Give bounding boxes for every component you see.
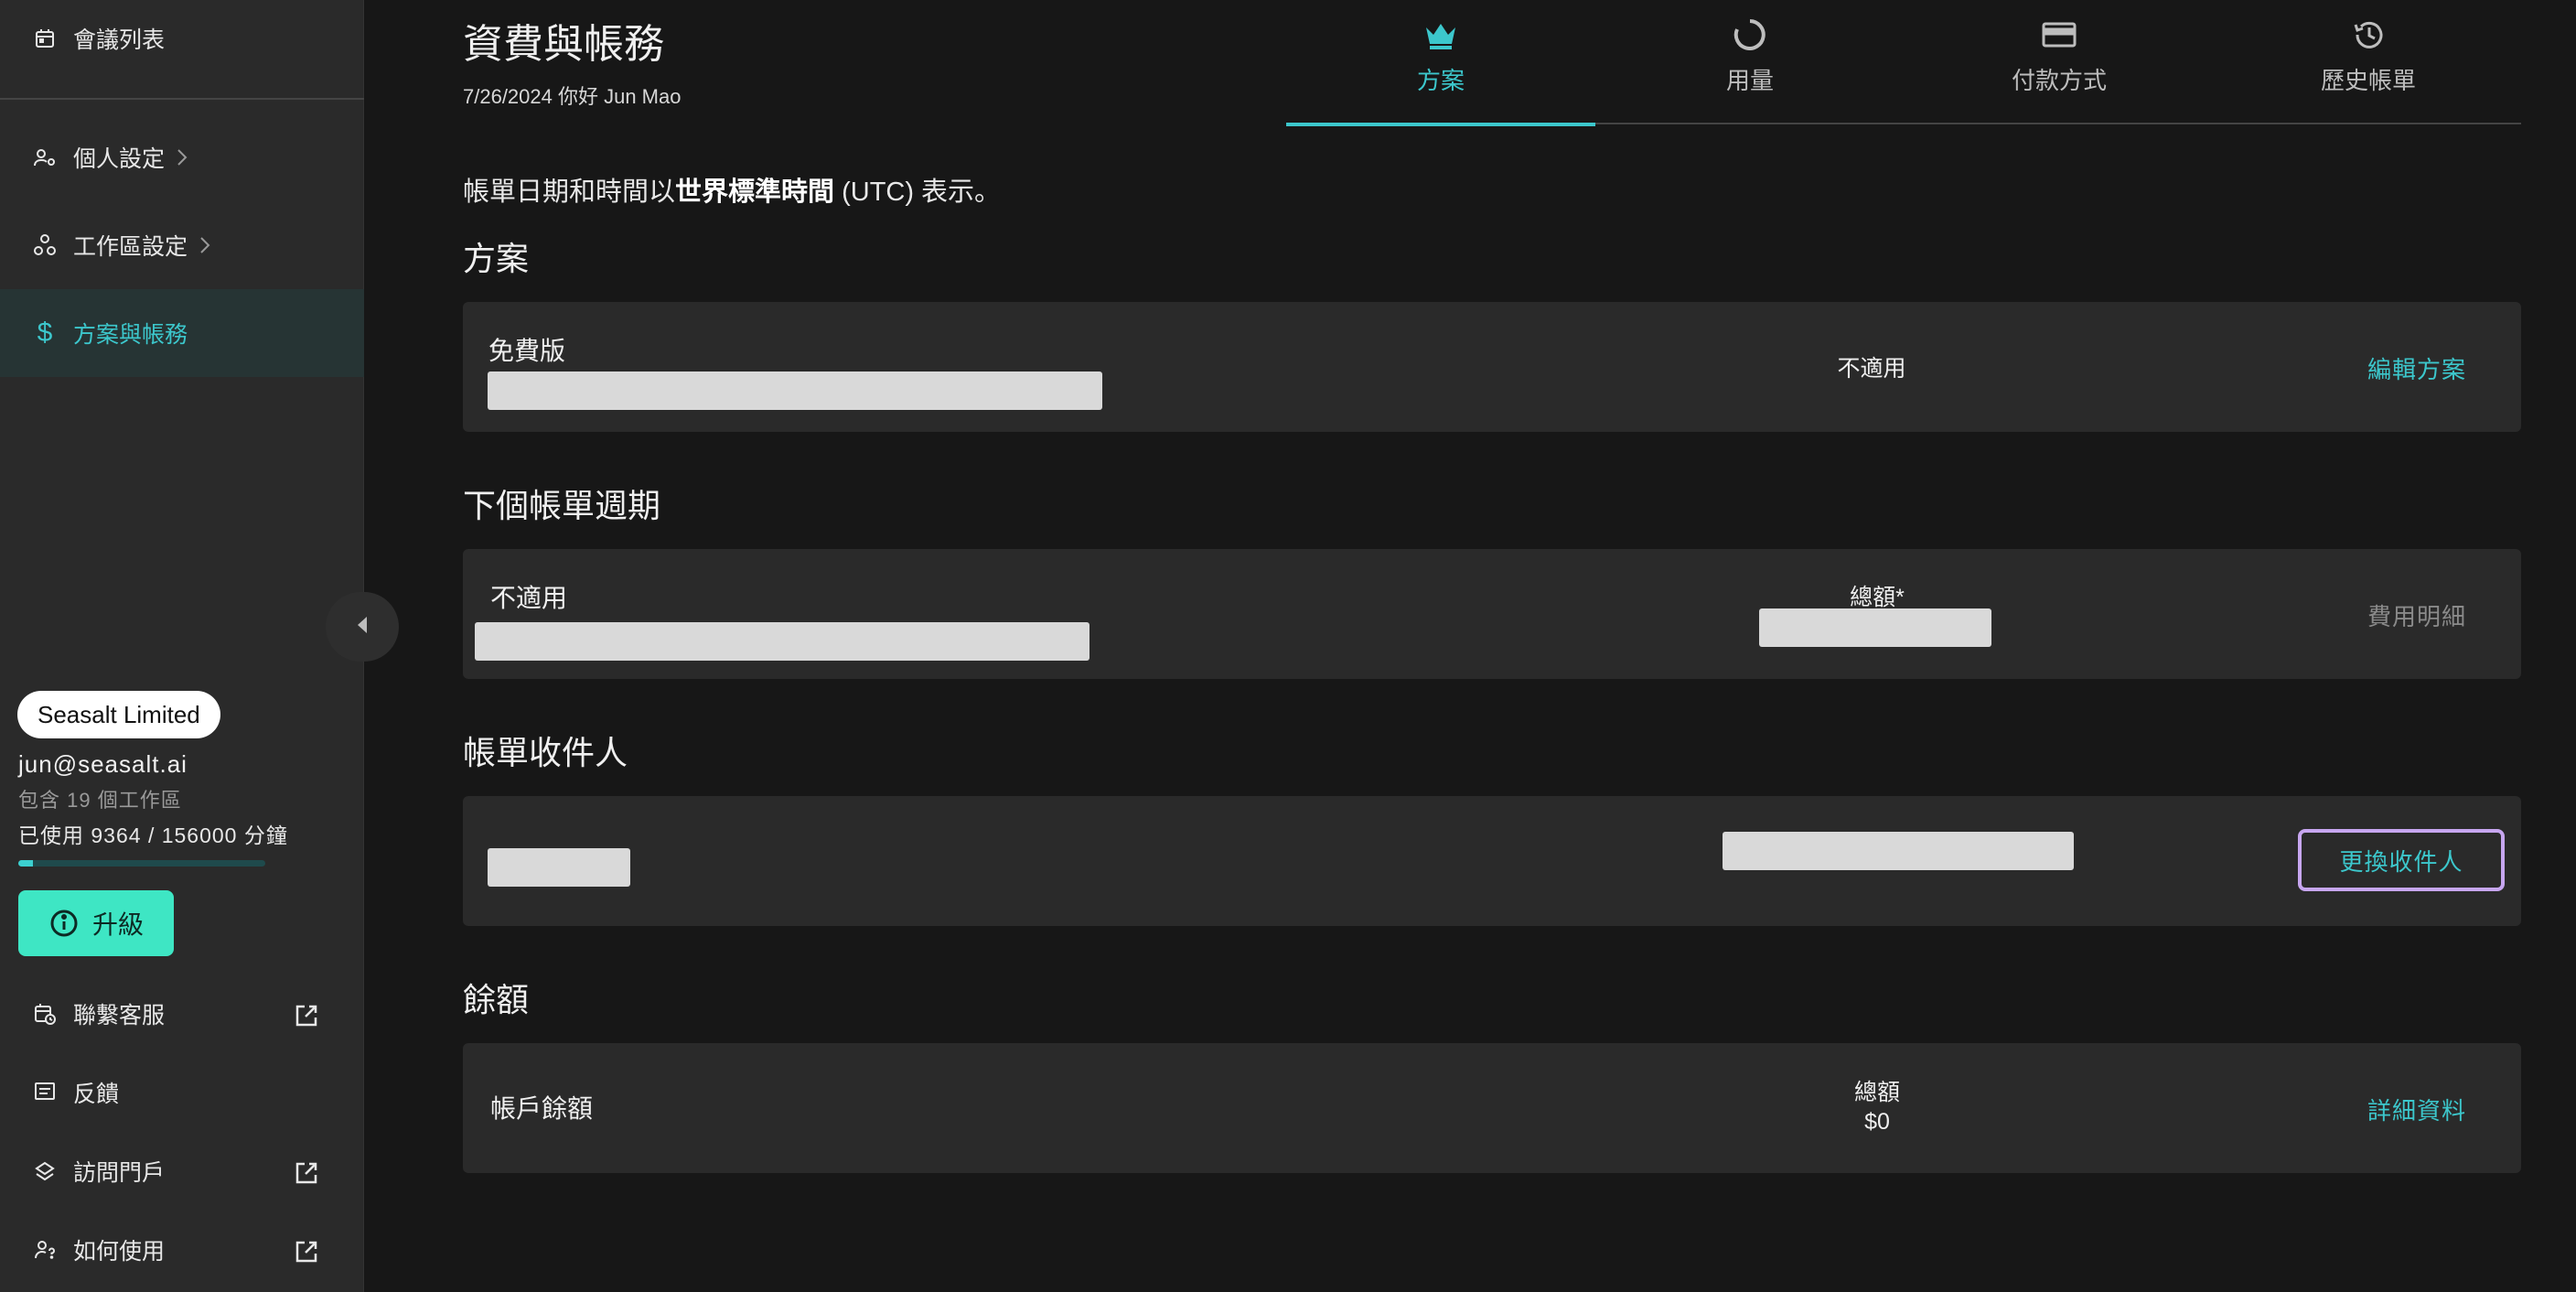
sidebar-item-label: 聯繫客服	[73, 1003, 166, 1028]
usage-progress-fill	[18, 860, 34, 867]
page-subtitle: 7/26/2024 你好 Jun Mao	[463, 85, 682, 108]
tab-plan[interactable]: 方案	[1286, 0, 1595, 124]
redacted-block	[475, 622, 1089, 661]
tab-label: 用量	[1725, 67, 1774, 94]
workspace-count: 包含 19 個工作區	[18, 789, 182, 812]
workspace-icon	[31, 231, 59, 259]
cycle-name: 不適用	[490, 584, 568, 612]
billing-cycle-card: 不適用 總額* 費用明細	[463, 549, 2521, 679]
change-recipient-button[interactable]: 更換收件人	[2298, 829, 2505, 891]
tab-payment-method[interactable]: 付款方式	[1905, 0, 2214, 124]
balance-details-link[interactable]: 詳細資料	[2367, 1093, 2466, 1126]
edit-plan-link[interactable]: 編輯方案	[2367, 351, 2466, 385]
external-link-icon[interactable]	[293, 1159, 320, 1187]
plan-name: 免費版	[488, 337, 566, 365]
balance-section-title: 餘額	[463, 981, 530, 1018]
redacted-block	[488, 371, 1102, 410]
credit-card-icon	[2041, 16, 2077, 53]
collapse-sidebar-button[interactable]	[326, 592, 399, 662]
page-title: 資費與帳務	[463, 22, 664, 67]
balance-card: 帳戶餘額 總額 $0 詳細資料	[463, 1043, 2521, 1173]
cycle-section-title: 下個帳單週期	[463, 487, 661, 524]
notice-bold: 世界標準時間	[675, 178, 835, 207]
sidebar-item-label: 方案與帳務	[73, 322, 188, 348]
calendar-icon	[31, 25, 59, 52]
billing-recipient-card: 更換收件人	[463, 796, 2521, 926]
user-help-icon	[31, 1236, 59, 1264]
redacted-block	[1723, 832, 2074, 870]
sidebar-item-personal-settings[interactable]: 個人設定	[0, 113, 364, 201]
sidebar-item-label: 個人設定	[73, 146, 166, 172]
sidebar-item-label: 反饋	[73, 1082, 120, 1107]
sidebar-item-label: 會議列表	[73, 27, 166, 53]
balance-name: 帳戶餘額	[490, 1094, 594, 1123]
usage-progress-bar	[18, 860, 265, 867]
redacted-block	[1759, 608, 1991, 647]
notice-suffix: (UTC) 表示。	[834, 178, 1002, 207]
recipient-section-title: 帳單收件人	[463, 734, 628, 771]
upgrade-label: 升級	[91, 910, 144, 939]
sidebar-item-feedback[interactable]: 反饋	[0, 1049, 364, 1136]
plan-status: 不適用	[1837, 356, 1906, 382]
tab-usage[interactable]: 用量	[1595, 0, 1905, 124]
calendar-clock-icon	[31, 1000, 59, 1028]
tab-label: 歷史帳單	[2320, 67, 2416, 94]
external-link-icon[interactable]	[293, 1002, 320, 1029]
redacted-block	[488, 848, 630, 887]
caret-left-icon	[354, 614, 370, 641]
feedback-icon	[31, 1079, 59, 1106]
usage-text: 已使用 9364 / 156000 分鐘	[18, 824, 288, 847]
external-link-icon[interactable]	[293, 1238, 320, 1265]
change-recipient-label: 更換收件人	[2339, 847, 2463, 876]
portal-icon	[31, 1157, 59, 1185]
balance-total-value: $0	[1864, 1109, 1890, 1135]
sidebar-item-plans-billing[interactable]: $ 方案與帳務	[0, 289, 364, 377]
ring-icon	[1733, 16, 1767, 53]
sidebar-item-label: 工作區設定	[73, 234, 188, 260]
tab-label: 付款方式	[2011, 67, 2107, 94]
sidebar-item-workspace-settings[interactable]: 工作區設定	[0, 201, 364, 289]
balance-total-label: 總額	[1853, 1080, 1900, 1105]
chevron-right-icon	[199, 235, 211, 255]
tab-label: 方案	[1416, 67, 1465, 94]
active-tab-indicator	[1286, 123, 1595, 126]
plan-section-title: 方案	[463, 240, 530, 277]
sidebar-item-meetings[interactable]: 會議列表	[0, 0, 364, 82]
dollar-icon: $	[37, 318, 53, 348]
account-email: jun@seasalt.ai	[18, 750, 188, 778]
info-icon	[48, 908, 80, 939]
cost-details-link[interactable]: 費用明細	[2367, 598, 2466, 632]
utc-notice: 帳單日期和時間以世界標準時間 (UTC) 表示。	[463, 170, 1001, 209]
plan-card: 免費版 不適用 編輯方案	[463, 302, 2521, 432]
organization-badge[interactable]: Seasalt Limited	[17, 691, 220, 738]
user-settings-icon	[31, 144, 59, 171]
chevron-right-icon	[176, 147, 188, 167]
notice-prefix: 帳單日期和時間以	[463, 178, 676, 207]
cycle-total-label: 總額*	[1850, 585, 1905, 610]
sidebar-divider	[0, 98, 364, 100]
sidebar-item-label: 如何使用	[73, 1239, 166, 1265]
tab-billing-history[interactable]: 歷史帳單	[2214, 0, 2523, 124]
crown-icon	[1422, 16, 1459, 53]
history-icon	[2350, 16, 2387, 53]
sidebar: 會議列表 個人設定 工作區設定 $ 方案與帳務 Seasalt Limited …	[0, 0, 364, 1292]
sidebar-item-label: 訪問門戶	[73, 1160, 166, 1186]
upgrade-button[interactable]: 升級	[18, 890, 174, 956]
